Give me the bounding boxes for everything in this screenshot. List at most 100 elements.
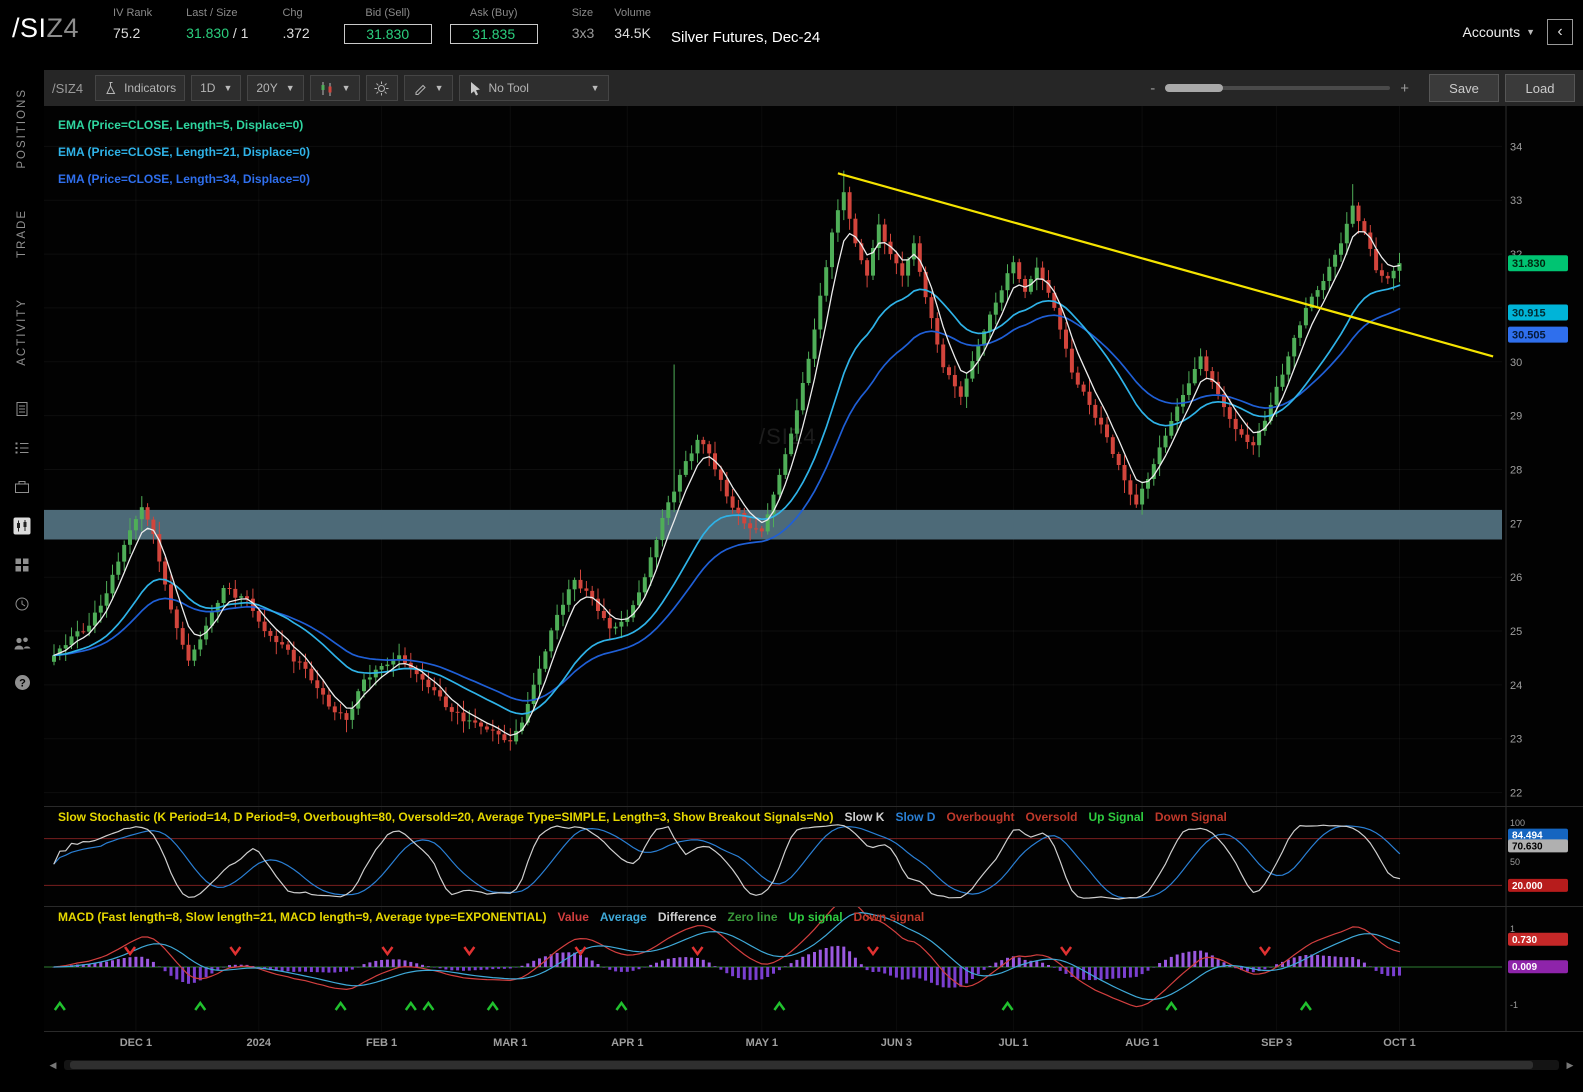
collapse-panel-button[interactable]: ‹	[1547, 19, 1573, 45]
zoom-out-button[interactable]: -	[1150, 80, 1155, 97]
stochastic-study-label[interactable]: Slow Stochastic (K Period=14, D Period=9…	[58, 810, 1227, 824]
sidebar-icon-stack: ?	[12, 399, 32, 692]
legend-slow-k: Slow K	[844, 810, 884, 824]
macd-panel[interactable]: MACD (Fast length=8, Slow length=21, MAC…	[44, 906, 1583, 1031]
legend-oversold: Oversold	[1025, 810, 1077, 824]
macd-study-label[interactable]: MACD (Fast length=8, Slow length=21, MAC…	[58, 910, 924, 924]
chevron-down-icon: ▼	[435, 83, 444, 93]
candlestick-icon	[319, 81, 334, 96]
sidebar-tab-activity[interactable]: ACTIVITY	[16, 298, 28, 366]
scroll-right-arrow[interactable]: ▶	[1563, 1060, 1577, 1071]
svg-text:70.630: 70.630	[1512, 841, 1543, 852]
ask-button[interactable]: 31.835	[450, 24, 538, 44]
bid-field: Bid (Sell) 31.830	[344, 5, 432, 44]
legend-difference: Difference	[658, 910, 717, 924]
time-axis-label: MAR 1	[493, 1037, 527, 1049]
tray-icon[interactable]	[12, 477, 32, 497]
accounts-label: Accounts	[1462, 24, 1520, 40]
ema-study-label[interactable]: EMA (Price=CLOSE, Length=21, Displace=0)	[58, 139, 310, 166]
toolbar-symbol[interactable]: /SIZ4	[52, 81, 83, 96]
stochastic-title[interactable]: Slow Stochastic (K Period=14, D Period=9…	[58, 810, 833, 824]
last-size-field: Last / Size 31.830 / 1	[186, 5, 248, 45]
svg-text:22: 22	[1510, 788, 1522, 800]
scrollbar-thumb[interactable]	[70, 1061, 1533, 1069]
time-axis-label: MAY 1	[746, 1037, 778, 1049]
chevron-down-icon: ▼	[591, 83, 600, 93]
drawing-tools-dropdown[interactable]: ▼	[404, 75, 453, 101]
indicators-button[interactable]: Indicators	[95, 75, 185, 101]
svg-text:31.830: 31.830	[1512, 258, 1546, 270]
ema-study-label[interactable]: EMA (Price=CLOSE, Length=34, Displace=0)	[58, 166, 310, 193]
last-size-label: Last / Size	[186, 5, 248, 22]
svg-text:25: 25	[1510, 626, 1522, 638]
active-tool-dropdown[interactable]: No Tool ▼	[459, 75, 609, 101]
notes-icon[interactable]	[12, 399, 32, 419]
svg-text:29: 29	[1510, 411, 1522, 423]
scrollbar-track[interactable]	[64, 1060, 1559, 1070]
legend-up-signal: Up signal	[789, 910, 843, 924]
indicators-label: Indicators	[124, 81, 176, 95]
chart-style-dropdown[interactable]: ▼	[310, 75, 360, 101]
last-size-value: 31.830 / 1	[186, 22, 248, 45]
time-axis-label: DEC 1	[120, 1037, 152, 1049]
iv-rank-value: 75.2	[113, 22, 152, 45]
svg-text:24: 24	[1510, 680, 1522, 692]
stochastic-panel[interactable]: Slow Stochastic (K Period=14, D Period=9…	[44, 806, 1583, 906]
history-icon[interactable]	[12, 594, 32, 614]
chart-icon[interactable]	[12, 516, 32, 536]
zoom-in-button[interactable]: +	[1400, 80, 1409, 97]
accounts-dropdown[interactable]: Accounts ▼	[1462, 24, 1535, 40]
price-chart[interactable]: EMA (Price=CLOSE, Length=5, Displace=0)E…	[44, 106, 1583, 806]
legend-average: Average	[600, 910, 647, 924]
timeframe-dropdown[interactable]: 1D ▼	[191, 75, 241, 101]
ema-study-label[interactable]: EMA (Price=CLOSE, Length=5, Displace=0)	[58, 112, 310, 139]
chart-settings-button[interactable]	[366, 75, 398, 101]
sidebar-tab-positions[interactable]: POSITIONS	[16, 88, 28, 169]
symbol-root: /SI	[12, 13, 47, 43]
svg-text:50: 50	[1510, 857, 1520, 867]
legend-up-signal: Up Signal	[1089, 810, 1144, 824]
size-field: Size 3x3	[572, 5, 595, 45]
grid-icon[interactable]	[12, 555, 32, 575]
zoom-control: - +	[1150, 80, 1409, 97]
load-button[interactable]: Load	[1505, 74, 1575, 102]
chevron-down-icon: ▼	[1526, 27, 1535, 37]
time-scrollbar[interactable]: ◀ ▶	[46, 1057, 1577, 1073]
svg-text:-1: -1	[1510, 1000, 1518, 1010]
legend-slow-d: Slow D	[895, 810, 935, 824]
sidebar-tab-trade[interactable]: TRADE	[16, 209, 28, 258]
flask-icon	[104, 81, 118, 95]
zoom-slider[interactable]	[1165, 86, 1390, 90]
chevron-down-icon: ▼	[286, 83, 295, 93]
ema-study-labels: EMA (Price=CLOSE, Length=5, Displace=0)E…	[58, 112, 310, 193]
legend-overbought: Overbought	[946, 810, 1014, 824]
time-axis-label: FEB 1	[366, 1037, 397, 1049]
svg-text:28: 28	[1510, 465, 1522, 477]
time-axis: DEC 12024FEB 1MAR 1APR 1MAY 1JUN 3JUL 1A…	[44, 1031, 1583, 1055]
scroll-left-arrow[interactable]: ◀	[46, 1060, 60, 1071]
price-chart-canvas[interactable]: 3433323130292827262524232231.83030.91530…	[44, 106, 1583, 806]
chevron-down-icon: ▼	[342, 83, 351, 93]
save-button[interactable]: Save	[1429, 74, 1499, 102]
chevron-left-icon: ‹	[1557, 24, 1562, 40]
chart-toolbar: /SIZ4 Indicators 1D ▼ 20Y ▼ ▼	[44, 70, 1583, 106]
bid-button[interactable]: 31.830	[344, 24, 432, 44]
time-axis-label: SEP 3	[1261, 1037, 1292, 1049]
time-axis-label: OCT 1	[1383, 1037, 1415, 1049]
macd-title[interactable]: MACD (Fast length=8, Slow length=21, MAC…	[58, 910, 547, 924]
ask-label: Ask (Buy)	[470, 5, 518, 22]
active-tool-label: No Tool	[489, 81, 529, 95]
iv-rank-field: IV Rank 75.2	[113, 5, 152, 45]
drawing-tools-icon	[413, 81, 427, 95]
chart-panel: /SIZ4 Indicators 1D ▼ 20Y ▼ ▼	[44, 62, 1583, 1092]
svg-text:0.730: 0.730	[1512, 935, 1537, 946]
people-icon[interactable]	[12, 633, 32, 653]
help-icon[interactable]: ?	[12, 672, 32, 692]
range-dropdown[interactable]: 20Y ▼	[247, 75, 303, 101]
symbol-display[interactable]: /SIZ4	[12, 13, 79, 44]
chevron-down-icon: ▼	[223, 83, 232, 93]
list-icon[interactable]	[12, 438, 32, 458]
svg-text:26: 26	[1510, 572, 1522, 584]
macd-canvas[interactable]: 1-10.7300.009	[44, 907, 1583, 1031]
zoom-slider-thumb[interactable]	[1165, 84, 1223, 92]
